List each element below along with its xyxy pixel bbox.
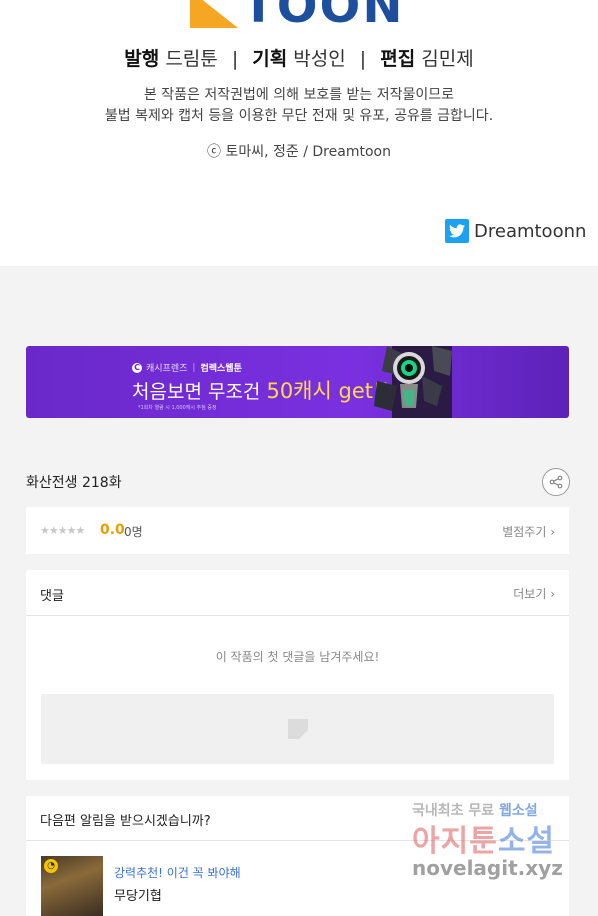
rating-count: 0명	[124, 525, 143, 539]
rate-button[interactable]: 별점주기 ›	[502, 523, 555, 540]
twitter-icon	[445, 219, 469, 243]
publish-value: 드림툰	[165, 48, 218, 70]
robot-illustration	[374, 346, 452, 418]
rating-score: 0.0	[100, 522, 125, 538]
notice-line: 본 작품은 저작권법에 의해 보호를 받는 저작물이므로	[143, 87, 455, 103]
share-icon	[549, 475, 563, 489]
copyright-notice: 본 작품은 저작권법에 의해 보호를 받는 저작물이므로 불법 복제와 캡처 등…	[0, 85, 598, 127]
placeholder-icon	[288, 719, 308, 739]
episode-title: 화산전생 218화	[26, 475, 122, 491]
twitter-link[interactable]: Dreamtoonn	[445, 219, 586, 243]
credits-section: TOON 발행 드림툰 | 기획 박성인 | 편집 김민제 본 작품은 저작권법…	[0, 0, 598, 266]
cash-icon: C	[132, 362, 142, 373]
publish-label: 발행	[124, 48, 160, 70]
recommend-thumbnail[interactable]: ◔	[41, 856, 103, 916]
dreamtoon-logo: TOON	[190, 0, 420, 30]
logo-mark	[190, 0, 238, 28]
comments-header: 댓글 더보기 ›	[26, 570, 569, 616]
plan-value: 박성인	[293, 48, 346, 70]
comments-title: 댓글	[40, 589, 64, 604]
banner-fineprint: *1회차 열람 시 1,000캐시 추첨 증정	[138, 405, 217, 411]
edit-value: 김민제	[421, 48, 474, 70]
separator: |	[231, 48, 239, 70]
clock-icon: ◔	[44, 859, 58, 873]
share-button[interactable]	[542, 468, 570, 496]
empty-comments-message: 이 작품의 첫 댓글을 남겨주세요!	[215, 650, 380, 664]
separator: |	[192, 362, 196, 373]
edit-label: 편집	[380, 48, 416, 70]
banner-brand2: 컴렉스웹툰	[200, 364, 242, 374]
comments-panel: 댓글 더보기 › 이 작품의 첫 댓글을 남겨주세요!	[26, 570, 569, 780]
more-comments-link[interactable]: 더보기 ›	[513, 585, 555, 602]
copyright-text: ⓒ 토마씨, 정준 / Dreamtoon	[207, 144, 391, 160]
rating-panel: ★★★★★ 0.0 0명 별점주기 ›	[26, 507, 569, 554]
recommend-title[interactable]: 무당기협	[114, 885, 162, 904]
comment-input-area[interactable]	[41, 694, 554, 764]
banner-headline-prefix: 처음보면 무조건	[132, 381, 267, 403]
twitter-handle: Dreamtoonn	[474, 220, 587, 242]
credits-line: 발행 드림툰 | 기획 박성인 | 편집 김민제	[0, 44, 598, 71]
plan-label: 기획	[252, 48, 288, 70]
recommend-label: 강력추천! 이건 꼭 봐야해	[114, 866, 241, 880]
next-episode-header: 다음편 알림을 받으시겠습니까?	[26, 796, 569, 841]
ad-banner[interactable]: C 캐시프렌즈 | 컴렉스웹툰 처음보면 무조건 50캐시 get!! *1회차…	[26, 346, 569, 418]
logo-text: TOON	[242, 0, 405, 30]
separator: |	[359, 48, 367, 70]
banner-brand: C 캐시프렌즈 | 컴렉스웹툰	[132, 361, 242, 374]
notice-line: 불법 복제와 캡처 등을 이용한 무단 전재 및 유포, 공유를 금합니다.	[104, 108, 494, 124]
star-rating-icon: ★★★★★	[40, 524, 85, 537]
banner-headline: 처음보면 무조건 50캐시 get!!	[132, 375, 390, 405]
next-episode-question: 다음편 알림을 받으시겠습니까?	[40, 814, 211, 829]
banner-brand1: 캐시프렌즈	[146, 364, 188, 374]
next-episode-panel: 다음편 알림을 받으시겠습니까? ◔ 강력추천! 이건 꼭 봐야해 무당기협	[26, 796, 569, 916]
